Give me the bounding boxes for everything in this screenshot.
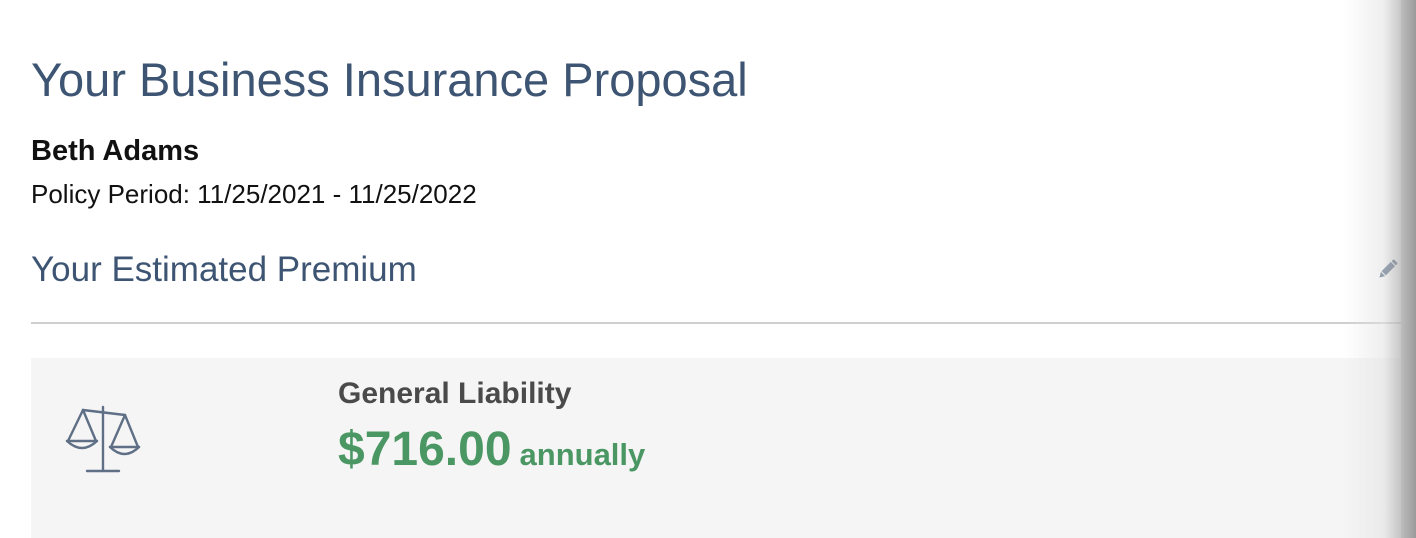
customer-name: Beth Adams bbox=[31, 135, 200, 167]
policy-period: Policy Period: 11/25/2021 - 11/25/2022 bbox=[31, 179, 477, 209]
price-amount: $716.00 bbox=[338, 423, 512, 476]
proposal-page: Your Business Insurance Proposal Beth Ad… bbox=[0, 0, 1416, 538]
price-period: annually bbox=[519, 437, 646, 472]
coverage-price: $716.00 annually bbox=[338, 422, 645, 489]
section-divider bbox=[31, 322, 1404, 324]
page-title: Your Business Insurance Proposal bbox=[31, 53, 748, 106]
coverage-card: General Liability $716.00 annually bbox=[31, 358, 1404, 538]
estimated-premium-title: Your Estimated Premium bbox=[31, 250, 417, 289]
coverage-name: General Liability bbox=[338, 377, 572, 410]
scales-icon bbox=[65, 403, 141, 475]
proposal-content: Your Business Insurance Proposal Beth Ad… bbox=[31, 0, 1404, 538]
pencil-icon[interactable] bbox=[1375, 256, 1401, 282]
